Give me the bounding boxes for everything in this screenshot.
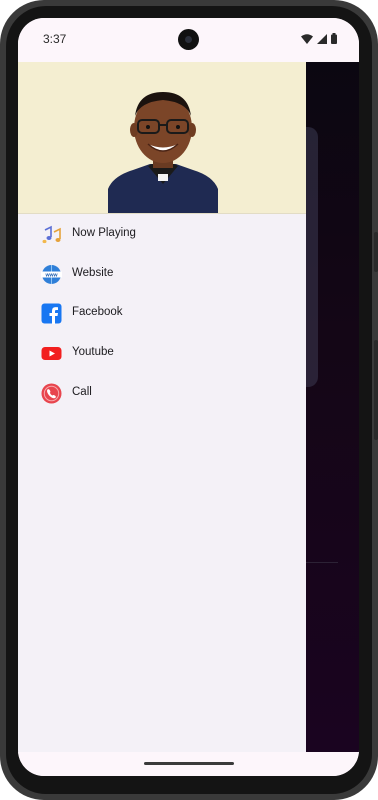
status-icons <box>301 33 337 44</box>
signal-icon <box>317 33 327 44</box>
battery-icon <box>331 33 337 44</box>
home-gesture-handle[interactable] <box>144 762 234 765</box>
front-camera <box>178 29 199 50</box>
power-button <box>374 340 378 440</box>
status-time: 3:37 <box>43 32 67 46</box>
facebook-icon <box>41 303 62 325</box>
menu-item-call[interactable]: Call <box>18 374 306 414</box>
phone-frame: 3:37 Now Playing www Website Facebook Yo… <box>0 0 378 800</box>
phone-call-icon <box>41 383 62 404</box>
navigation-drawer: Now Playing www Website Facebook Youtube… <box>18 62 306 752</box>
status-bar: 3:37 <box>18 18 359 62</box>
volume-up-button <box>374 232 378 272</box>
profile-photo <box>108 92 218 213</box>
screen: 3:37 Now Playing www Website Facebook Yo… <box>18 18 359 776</box>
menu-item-label: Website <box>72 266 114 279</box>
menu-item-label: Now Playing <box>72 227 136 239</box>
navigation-bar <box>18 752 359 776</box>
wifi-icon <box>301 33 313 44</box>
music-notes-icon <box>41 224 62 245</box>
globe-www-icon: www <box>41 264 62 285</box>
svg-text:www: www <box>44 272 58 278</box>
menu-item-website[interactable]: www Website <box>18 255 306 295</box>
drawer-header <box>18 62 306 214</box>
youtube-icon <box>41 343 62 364</box>
menu-item-now-playing[interactable]: Now Playing <box>18 215 306 255</box>
menu-item-label: Youtube <box>72 346 114 359</box>
menu-item-label: Call <box>72 385 92 398</box>
menu-item-label: Facebook <box>72 306 123 319</box>
drawer-menu: Now Playing www Website Facebook Youtube… <box>18 215 306 413</box>
menu-item-youtube[interactable]: Youtube <box>18 334 306 374</box>
menu-item-facebook[interactable]: Facebook <box>18 294 306 334</box>
